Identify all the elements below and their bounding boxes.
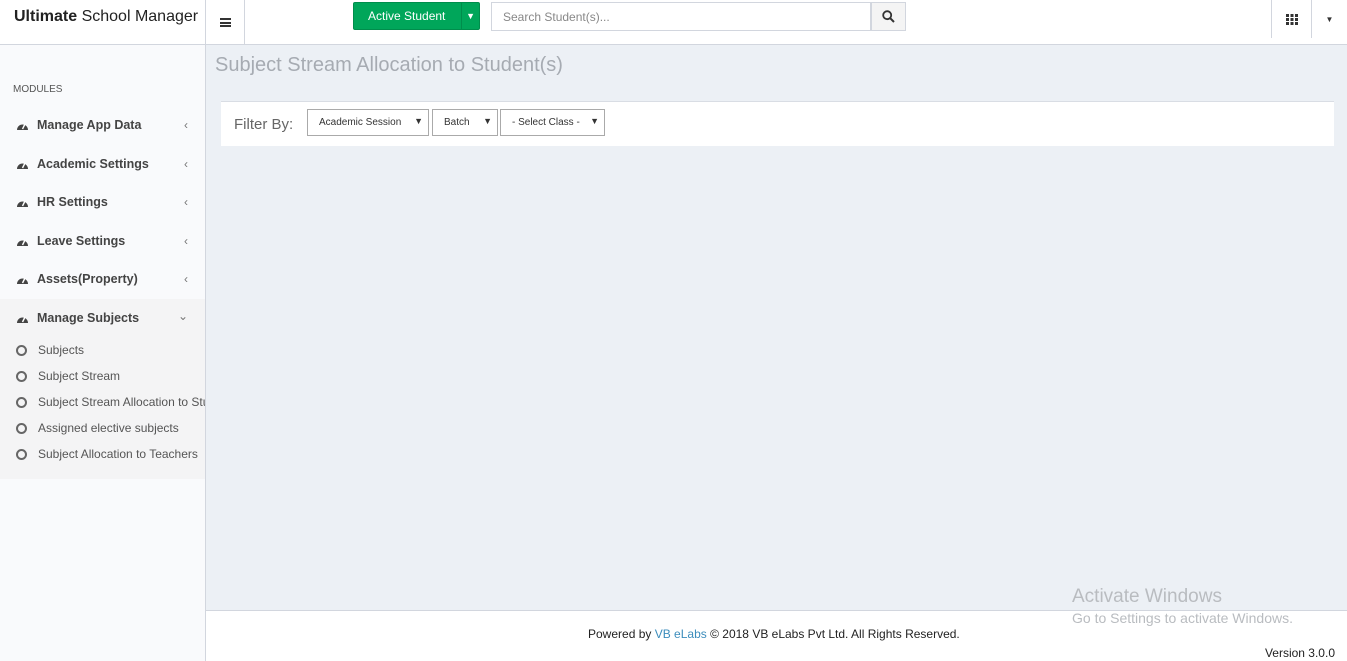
- circle-icon: [16, 448, 27, 460]
- class-select[interactable]: - Select Class - ▼: [500, 109, 605, 136]
- activate-windows-watermark: Activate Windows: [1072, 586, 1222, 607]
- dashboard-icon: [16, 273, 30, 285]
- submenu-item-label: Subjects: [38, 343, 85, 357]
- submenu-item-subject-stream[interactable]: Subject Stream: [16, 365, 205, 387]
- submenu-item-subject-stream-allocation[interactable]: Subject Stream Allocation to Student(s): [16, 391, 205, 413]
- active-student-label: Active Student: [368, 9, 446, 23]
- filter-box: Filter By: Academic Session ▼ Batch ▼ - …: [221, 101, 1334, 146]
- sidebar-item-manage-subjects[interactable]: Manage Subjects ⌄: [0, 299, 205, 337]
- select-value: - Select Class -: [512, 117, 580, 128]
- chevron-left-icon: ‹: [184, 157, 188, 171]
- student-search-input[interactable]: [491, 2, 871, 31]
- top-navbar: Ultimate School Manager Active Student ▼…: [0, 0, 1347, 45]
- search-icon: [882, 10, 895, 23]
- sidebar-item-label: HR Settings: [37, 195, 108, 209]
- select-value: Academic Session: [319, 117, 402, 128]
- sidebar-item-leave-settings[interactable]: Leave Settings ‹: [0, 222, 205, 260]
- powered-by-text: Powered by: [588, 627, 652, 641]
- sidebar-item-manage-app-data[interactable]: Manage App Data ‹: [0, 106, 205, 144]
- sidebar-item-assets-property[interactable]: Assets(Property) ‹: [0, 260, 205, 298]
- dashboard-icon: [16, 235, 30, 247]
- page-title: Subject Stream Allocation to Student(s): [215, 54, 563, 76]
- dashboard-icon: [16, 312, 30, 324]
- caret-down-icon: ▼: [590, 116, 599, 126]
- select-value: Batch: [444, 117, 470, 128]
- caret-down-icon: ▼: [414, 116, 423, 126]
- version-text: Version 3.0.0: [1264, 646, 1335, 660]
- brand-bold-text: Ultimate: [14, 8, 78, 25]
- chevron-down-icon: ⌄: [177, 309, 188, 323]
- sidebar-item-label: Leave Settings: [37, 234, 126, 248]
- sidebar-toggle-button[interactable]: [206, 0, 245, 45]
- sidebar-item-hr-settings[interactable]: HR Settings ‹: [0, 183, 205, 221]
- submenu-item-subjects[interactable]: Subjects: [16, 339, 205, 361]
- submenu-item-label: Subject Stream: [38, 369, 121, 383]
- sidebar-item-label: Assets(Property): [37, 272, 138, 286]
- copyright-text: © 2018 VB eLabs Pvt Ltd. All Rights Rese…: [710, 627, 960, 641]
- chevron-left-icon: ‹: [184, 118, 188, 132]
- sidebar-section-header: MODULES: [13, 84, 63, 95]
- circle-icon: [16, 344, 27, 356]
- sidebar-item-label: Manage Subjects: [37, 311, 140, 325]
- dashboard-icon: [16, 158, 30, 170]
- caret-down-icon: ▼: [1325, 14, 1334, 24]
- chevron-left-icon: ‹: [184, 195, 188, 209]
- sidebar-item-label: Academic Settings: [37, 157, 149, 171]
- submenu-item-label: Assigned elective subjects: [38, 421, 179, 435]
- academic-session-select[interactable]: Academic Session ▼: [307, 109, 429, 136]
- company-link[interactable]: VB eLabs: [655, 627, 707, 641]
- caret-down-icon[interactable]: ▼: [461, 3, 479, 29]
- app-brand[interactable]: Ultimate School Manager: [0, 0, 206, 45]
- chevron-left-icon: ‹: [184, 234, 188, 248]
- active-student-button[interactable]: Active Student ▼: [353, 2, 480, 30]
- footer-credits: Powered by VB eLabs © 2018 VB eLabs Pvt …: [588, 627, 960, 641]
- sidebar: MODULES Manage App Data ‹ Academic Setti…: [0, 45, 206, 661]
- batch-select[interactable]: Batch ▼: [432, 109, 498, 136]
- caret-down-icon: ▼: [483, 116, 492, 126]
- submenu-item-assigned-elective-subjects[interactable]: Assigned elective subjects: [16, 417, 205, 439]
- circle-icon: [16, 370, 27, 382]
- dashboard-icon: [16, 196, 30, 208]
- filter-label: Filter By:: [234, 116, 294, 133]
- grid-icon: [1285, 13, 1298, 25]
- submenu-item-label: Subject Allocation to Teachers: [38, 447, 198, 461]
- sidebar-item-label: Manage App Data: [37, 118, 142, 132]
- activate-windows-hint: Go to Settings to activate Windows.: [1072, 610, 1293, 626]
- circle-icon: [16, 396, 27, 408]
- brand-text: School Manager: [77, 8, 199, 25]
- user-menu-button[interactable]: ▼: [1311, 0, 1347, 38]
- dashboard-icon: [16, 119, 30, 131]
- submenu-item-label: Subject Stream Allocation to Student(s): [38, 395, 205, 409]
- chevron-left-icon: ‹: [184, 272, 188, 286]
- sidebar-item-academic-settings[interactable]: Academic Settings ‹: [0, 145, 205, 183]
- hamburger-icon: [219, 18, 231, 27]
- circle-icon: [16, 422, 27, 434]
- submenu-item-subject-allocation-teachers[interactable]: Subject Allocation to Teachers: [16, 443, 205, 465]
- apps-grid-button[interactable]: [1271, 0, 1311, 38]
- search-button[interactable]: [871, 2, 906, 31]
